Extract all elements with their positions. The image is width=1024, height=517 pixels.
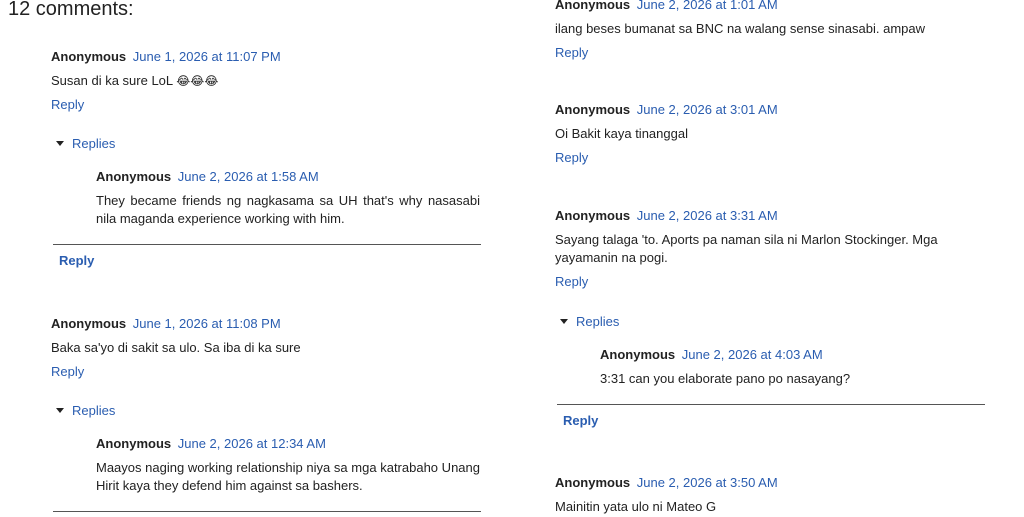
comment-date-link[interactable]: June 2, 2026 at 1:01 AM	[637, 0, 778, 12]
thread-divider	[557, 404, 985, 405]
comment-author: Anonymous	[555, 0, 631, 12]
comment-text: Maayos naging working relationship niya …	[96, 460, 480, 493]
replies-toggle[interactable]: Replies	[560, 314, 619, 330]
comment-text: Susan di ka sure LoL 😂😂😂	[51, 72, 481, 90]
caret-down-icon	[56, 408, 64, 413]
comment-author: Anonymous	[51, 49, 127, 64]
replies-toggle-label: Replies	[72, 403, 116, 418]
replies-toggle-label: Replies	[576, 314, 620, 329]
comment: Anonymous June 2, 2026 at 3:01 AM Oi Bak…	[555, 102, 1000, 167]
comment-date-link[interactable]: June 2, 2026 at 3:50 AM	[637, 475, 778, 490]
comment-date-link[interactable]: June 1, 2026 at 11:08 PM	[133, 316, 281, 331]
comments-section: 12 comments: Anonymous June 1, 2026 at 1…	[0, 0, 1024, 517]
comment-meta: Anonymous June 2, 2026 at 1:01 AM	[555, 0, 1000, 13]
caret-down-icon	[560, 319, 568, 324]
comment-text: ilang beses bumanat sa BNC na walang sen…	[555, 21, 925, 36]
comment-author: Anonymous	[51, 316, 127, 331]
comment-date-link[interactable]: June 2, 2026 at 12:34 AM	[178, 436, 326, 451]
reply-link[interactable]: Reply	[555, 274, 588, 290]
comment-meta: Anonymous June 1, 2026 at 11:07 PM	[51, 49, 481, 65]
comment: Anonymous June 1, 2026 at 11:08 PM Baka …	[51, 316, 481, 381]
thread-reply-button[interactable]: Reply	[59, 253, 94, 269]
comment-meta: Anonymous June 1, 2026 at 11:08 PM	[51, 316, 481, 332]
comment-text: Oi Bakit kaya tinanggal	[555, 126, 688, 141]
thread-reply-button[interactable]: Reply	[563, 413, 598, 429]
comment-meta: Anonymous June 2, 2026 at 3:50 AM	[555, 475, 1000, 491]
caret-down-icon	[56, 141, 64, 146]
comment: Anonymous June 2, 2026 at 1:01 AM ilang …	[555, 0, 1000, 62]
comment: Anonymous June 1, 2026 at 11:07 PM Susan…	[51, 49, 481, 114]
comments-count-heading: 12 comments:	[8, 0, 134, 20]
comment-author: Anonymous	[96, 436, 172, 451]
comment-text: 3:31 can you elaborate pano po nasayang?	[600, 371, 851, 386]
replies-toggle-label: Replies	[72, 136, 116, 151]
comment-author: Anonymous	[555, 208, 631, 223]
comment-author: Anonymous	[96, 169, 172, 184]
reply-link[interactable]: Reply	[555, 150, 588, 166]
comment: Anonymous June 2, 2026 at 3:31 AM Sayang…	[555, 208, 1000, 291]
reply-link[interactable]: Reply	[51, 364, 84, 380]
thread-divider	[53, 511, 481, 512]
comment-date-link[interactable]: June 2, 2026 at 4:03 AM	[682, 347, 823, 362]
replies-toggle[interactable]: Replies	[56, 136, 115, 152]
replies-toggle[interactable]: Replies	[56, 403, 115, 419]
comment-author: Anonymous	[555, 475, 631, 490]
thread-divider	[53, 244, 481, 245]
comment-text: Baka sa'yo di sakit sa ulo. Sa iba di ka…	[51, 340, 301, 355]
comment-meta: Anonymous June 2, 2026 at 3:31 AM	[555, 208, 1000, 224]
comment-meta: Anonymous June 2, 2026 at 1:58 AM	[96, 169, 480, 185]
nested-reply: Anonymous June 2, 2026 at 4:03 AM 3:31 c…	[600, 347, 984, 388]
comment-text: Sayang talaga 'to. Aports pa naman sila …	[555, 232, 938, 265]
reply-link[interactable]: Reply	[51, 97, 84, 113]
comment-author: Anonymous	[600, 347, 676, 362]
reply-link[interactable]: Reply	[555, 45, 588, 61]
comment-text-content: Susan di ka sure LoL	[51, 73, 173, 88]
comment-meta: Anonymous June 2, 2026 at 3:01 AM	[555, 102, 1000, 118]
laughing-emoji-icon: 😂😂😂	[176, 74, 219, 88]
comment-meta: Anonymous June 2, 2026 at 12:34 AM	[96, 436, 480, 452]
comment-date-link[interactable]: June 1, 2026 at 11:07 PM	[133, 49, 281, 64]
comment-text: Mainitin yata ulo ni Mateo G	[555, 499, 717, 514]
nested-reply: Anonymous June 2, 2026 at 1:58 AM They b…	[96, 169, 480, 228]
comment-date-link[interactable]: June 2, 2026 at 3:01 AM	[637, 102, 778, 117]
comment-meta: Anonymous June 2, 2026 at 4:03 AM	[600, 347, 984, 363]
comment-date-link[interactable]: June 2, 2026 at 3:31 AM	[637, 208, 778, 223]
comment: Anonymous June 2, 2026 at 3:50 AM Mainit…	[555, 475, 1000, 516]
comment-date-link[interactable]: June 2, 2026 at 1:58 AM	[178, 169, 319, 184]
nested-reply: Anonymous June 2, 2026 at 12:34 AM Maayo…	[96, 436, 480, 495]
comment-text: They became friends ng nagkasama sa UH t…	[96, 193, 480, 226]
comment-author: Anonymous	[555, 102, 631, 117]
